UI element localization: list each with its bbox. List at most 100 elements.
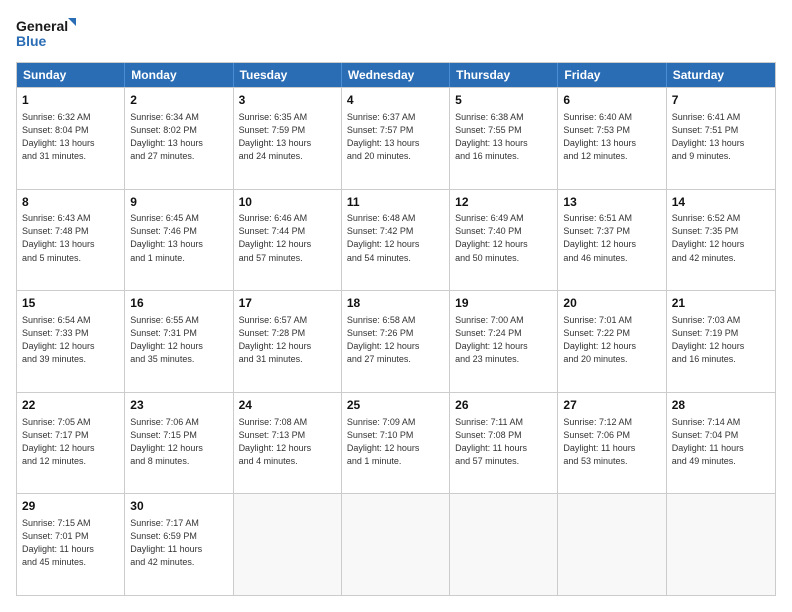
day-number: 25 [347, 397, 444, 414]
day-cell-28: 28 Sunrise: 7:14 AMSunset: 7:04 PMDayligh… [667, 393, 775, 494]
day-cell-26: 26Sunrise: 7:11 AMSunset: 7:08 PMDayligh… [450, 393, 558, 494]
day-info: Sunrise: 7:09 AMSunset: 7:10 PMDaylight:… [347, 416, 444, 468]
day-number: 30 [130, 498, 227, 515]
day-info: Sunrise: 6:58 AMSunset: 7:26 PMDaylight:… [347, 314, 444, 366]
day-info: Sunrise: 6:34 AMSunset: 8:02 PMDaylight:… [130, 111, 227, 163]
day-cell-24: 24 Sunrise: 7:08 AMSunset: 7:13 PMDayligh… [234, 393, 342, 494]
header-day-saturday: Saturday [667, 63, 775, 87]
day-number: 8 [22, 194, 119, 211]
day-cell-19: 19 Sunrise: 7:00 AMSunset: 7:24 PMDayligh… [450, 291, 558, 392]
svg-text:General: General [16, 18, 68, 34]
day-number: 1 [22, 92, 119, 109]
day-cell-11: 11Sunrise: 6:48 AMSunset: 7:42 PMDayligh… [342, 190, 450, 291]
day-cell-10: 10Sunrise: 6:46 AMSunset: 7:44 PMDayligh… [234, 190, 342, 291]
day-number: 17 [239, 295, 336, 312]
day-cell-21: 21Sunrise: 7:03 AMSunset: 7:19 PMDayligh… [667, 291, 775, 392]
day-cell-1: 1Sunrise: 6:32 AMSunset: 8:04 PMDaylight… [17, 88, 125, 189]
calendar-body: 1Sunrise: 6:32 AMSunset: 8:04 PMDaylight… [17, 87, 775, 595]
day-info: Sunrise: 7:15 AMSunset: 7:01 PMDaylight:… [22, 517, 119, 569]
empty-cell [667, 494, 775, 595]
day-number: 2 [130, 92, 227, 109]
week-row-2: 8Sunrise: 6:43 AMSunset: 7:48 PMDaylight… [17, 189, 775, 291]
day-cell-29: 29 Sunrise: 7:15 AMSunset: 7:01 PMDayligh… [17, 494, 125, 595]
day-cell-9: 9Sunrise: 6:45 AMSunset: 7:46 PMDaylight… [125, 190, 233, 291]
page: General Blue SundayMondayTuesdayWednesda… [0, 0, 792, 612]
day-cell-8: 8Sunrise: 6:43 AMSunset: 7:48 PMDaylight… [17, 190, 125, 291]
day-number: 26 [455, 397, 552, 414]
empty-cell [234, 494, 342, 595]
day-info: Sunrise: 6:40 AMSunset: 7:53 PMDaylight:… [563, 111, 660, 163]
day-info: Sunrise: 6:48 AMSunset: 7:42 PMDaylight:… [347, 212, 444, 264]
day-cell-17: 17 Sunrise: 6:57 AMSunset: 7:28 PMDayligh… [234, 291, 342, 392]
day-number: 20 [563, 295, 660, 312]
logo-svg: General Blue [16, 16, 76, 52]
week-row-1: 1Sunrise: 6:32 AMSunset: 8:04 PMDaylight… [17, 87, 775, 189]
day-info: Sunrise: 7:00 AMSunset: 7:24 PMDaylight:… [455, 314, 552, 366]
day-info: Sunrise: 7:01 AMSunset: 7:22 PMDaylight:… [563, 314, 660, 366]
day-cell-12: 12Sunrise: 6:49 AMSunset: 7:40 PMDayligh… [450, 190, 558, 291]
day-cell-6: 6Sunrise: 6:40 AMSunset: 7:53 PMDaylight… [558, 88, 666, 189]
day-number: 5 [455, 92, 552, 109]
day-number: 3 [239, 92, 336, 109]
day-number: 11 [347, 194, 444, 211]
day-cell-25: 25 Sunrise: 7:09 AMSunset: 7:10 PMDayligh… [342, 393, 450, 494]
day-cell-15: 15 Sunrise: 6:54 AMSunset: 7:33 PMDayligh… [17, 291, 125, 392]
day-info: Sunrise: 7:08 AMSunset: 7:13 PMDaylight:… [239, 416, 336, 468]
day-number: 29 [22, 498, 119, 515]
day-info: Sunrise: 7:14 AMSunset: 7:04 PMDaylight:… [672, 416, 770, 468]
day-info: Sunrise: 6:54 AMSunset: 7:33 PMDaylight:… [22, 314, 119, 366]
day-cell-22: 22Sunrise: 7:05 AMSunset: 7:17 PMDayligh… [17, 393, 125, 494]
day-number: 23 [130, 397, 227, 414]
day-cell-20: 20 Sunrise: 7:01 AMSunset: 7:22 PMDayligh… [558, 291, 666, 392]
day-info: Sunrise: 6:57 AMSunset: 7:28 PMDaylight:… [239, 314, 336, 366]
day-number: 18 [347, 295, 444, 312]
day-info: Sunrise: 6:43 AMSunset: 7:48 PMDaylight:… [22, 212, 119, 264]
day-number: 13 [563, 194, 660, 211]
day-info: Sunrise: 6:41 AMSunset: 7:51 PMDaylight:… [672, 111, 770, 163]
day-number: 28 [672, 397, 770, 414]
day-cell-27: 27 Sunrise: 7:12 AMSunset: 7:06 PMDayligh… [558, 393, 666, 494]
day-cell-16: 16 Sunrise: 6:55 AMSunset: 7:31 PMDayligh… [125, 291, 233, 392]
day-cell-2: 2 Sunrise: 6:34 AMSunset: 8:02 PMDaylight… [125, 88, 233, 189]
day-info: Sunrise: 6:52 AMSunset: 7:35 PMDaylight:… [672, 212, 770, 264]
day-info: Sunrise: 6:55 AMSunset: 7:31 PMDaylight:… [130, 314, 227, 366]
header-day-wednesday: Wednesday [342, 63, 450, 87]
logo: General Blue [16, 16, 76, 52]
header-day-friday: Friday [558, 63, 666, 87]
day-cell-13: 13Sunrise: 6:51 AMSunset: 7:37 PMDayligh… [558, 190, 666, 291]
header-day-thursday: Thursday [450, 63, 558, 87]
day-cell-3: 3 Sunrise: 6:35 AMSunset: 7:59 PMDaylight… [234, 88, 342, 189]
day-info: Sunrise: 6:51 AMSunset: 7:37 PMDaylight:… [563, 212, 660, 264]
day-number: 14 [672, 194, 770, 211]
day-info: Sunrise: 6:35 AMSunset: 7:59 PMDaylight:… [239, 111, 336, 163]
day-info: Sunrise: 6:46 AMSunset: 7:44 PMDaylight:… [239, 212, 336, 264]
day-info: Sunrise: 7:17 AMSunset: 6:59 PMDaylight:… [130, 517, 227, 569]
day-cell-23: 23Sunrise: 7:06 AMSunset: 7:15 PMDayligh… [125, 393, 233, 494]
day-cell-5: 5Sunrise: 6:38 AMSunset: 7:55 PMDaylight… [450, 88, 558, 189]
day-cell-30: 30 Sunrise: 7:17 AMSunset: 6:59 PMDayligh… [125, 494, 233, 595]
day-number: 21 [672, 295, 770, 312]
header-day-sunday: Sunday [17, 63, 125, 87]
day-number: 19 [455, 295, 552, 312]
header: General Blue [16, 16, 776, 52]
week-row-3: 15 Sunrise: 6:54 AMSunset: 7:33 PMDayligh… [17, 290, 775, 392]
day-number: 22 [22, 397, 119, 414]
day-cell-18: 18 Sunrise: 6:58 AMSunset: 7:26 PMDayligh… [342, 291, 450, 392]
day-cell-4: 4 Sunrise: 6:37 AMSunset: 7:57 PMDaylight… [342, 88, 450, 189]
calendar: SundayMondayTuesdayWednesdayThursdayFrid… [16, 62, 776, 596]
day-number: 9 [130, 194, 227, 211]
day-number: 27 [563, 397, 660, 414]
header-day-monday: Monday [125, 63, 233, 87]
week-row-5: 29 Sunrise: 7:15 AMSunset: 7:01 PMDayligh… [17, 493, 775, 595]
day-number: 16 [130, 295, 227, 312]
day-number: 15 [22, 295, 119, 312]
day-number: 24 [239, 397, 336, 414]
calendar-header: SundayMondayTuesdayWednesdayThursdayFrid… [17, 63, 775, 87]
day-info: Sunrise: 6:37 AMSunset: 7:57 PMDaylight:… [347, 111, 444, 163]
day-number: 12 [455, 194, 552, 211]
day-info: Sunrise: 7:12 AMSunset: 7:06 PMDaylight:… [563, 416, 660, 468]
day-info: Sunrise: 6:49 AMSunset: 7:40 PMDaylight:… [455, 212, 552, 264]
empty-cell [342, 494, 450, 595]
day-number: 4 [347, 92, 444, 109]
empty-cell [450, 494, 558, 595]
